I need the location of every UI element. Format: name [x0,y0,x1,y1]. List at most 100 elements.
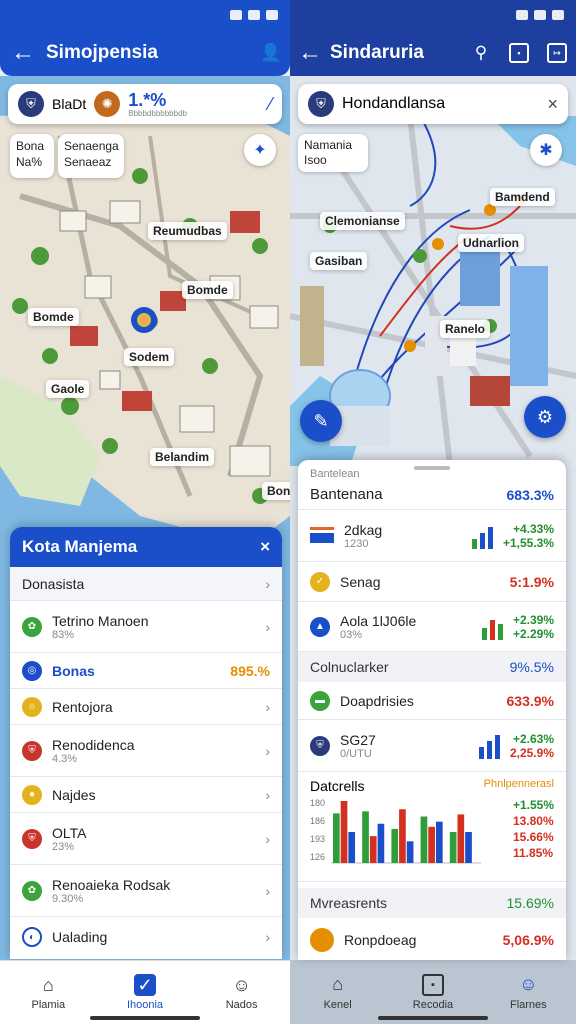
nav-label: Flarnes [509,998,547,1011]
panel-title: Hondandlansa [342,95,446,112]
nav-item-person[interactable]: ☺ Nados [202,974,282,1012]
map-label-bomde-top[interactable]: Bomde [182,281,233,299]
area-chip[interactable]: Namania Isoo [298,134,368,172]
leaf-icon: ✿ [22,616,42,637]
chart-y-axis: 180 186 193 126 [310,798,325,862]
list-item[interactable]: ✓ Senag 5:1.9% [298,562,566,602]
list-item[interactable]: Donasista › [10,567,282,601]
list-item[interactable]: ✿ Tetrino Manoen 83% › [10,601,282,653]
section-value: 9%.5% [509,659,554,675]
chevron-right-icon: › [265,786,270,803]
list-item[interactable]: ✿ Renoaieka Rodsak 9.30% › [10,865,282,917]
tools-button[interactable]: ✦ [244,134,276,166]
list-item-label: Rentojora [52,698,113,715]
search-icon[interactable]: ⚲ [462,30,500,76]
chart-bar [420,816,428,863]
signal-icon [230,10,242,20]
area-chip-1[interactable]: Bona Na% [10,134,54,178]
brush-button[interactable]: ✎ [300,400,342,442]
crest-icon: ⛨ [18,91,44,117]
area-chip-2[interactable]: Senaenga Senaeaz [58,134,124,178]
nav-item-home[interactable]: ⌂ Plamia [8,974,88,1012]
sheet-tag: Bantelean [310,468,360,480]
map-label-ranelo[interactable]: Ranelo [440,320,491,338]
battery-icon [266,10,278,20]
home-icon: ⌂ [332,974,344,994]
map-label-gasiban[interactable]: Gasiban [310,252,368,270]
location-summary-card[interactable]: ⛨ BlaDt ✺ 1.*% Bbbbdbbbbbbdb ⁄ [8,84,282,124]
map-label-bomde[interactable]: Bomde [28,308,79,326]
map-label-gaole[interactable]: Gaole [46,380,90,398]
sun-icon: ☼ [22,696,42,717]
sheet-title: Kota Manjema [22,537,138,556]
section-header[interactable]: Mvreasrents 15.69% [298,888,566,918]
nav-item-chart[interactable]: ▪ Recodia [393,973,473,1011]
list-item-value: 895.% [230,662,270,679]
chevron-right-icon: › [265,618,270,635]
list-item[interactable]: ▬ Doapdrisies 633.9% [298,682,566,720]
list-item[interactable]: ▲ Aola 1lJ06le 03% +2.39% +2.29% [298,602,566,652]
list-item[interactable]: 2dkag 1230 +4.33% +1,55.3% [298,510,566,562]
section-header[interactable]: Colnuclarker 9%.5% [298,652,566,682]
edit-icon[interactable]: ⁄ [269,94,272,115]
sheet-header: Kota Manjema × [10,527,282,567]
list-item-text: Aola 1lJ06le 03% [340,613,416,641]
close-icon[interactable]: × [547,94,558,115]
delta-group: +2.63% 2,25.9% [510,732,554,760]
map-label-bonandm[interactable]: Bonandm [262,482,290,500]
profile-icon[interactable]: 👤 [252,30,290,76]
list-item[interactable]: ☼ Rentojora › [10,689,282,725]
list-item[interactable]: ⛨ OLTA 23% › [10,813,282,865]
area-chip-sub: Isoo [304,153,327,167]
map-label-belandim[interactable]: Belandim [150,448,215,466]
chevron-right-icon: › [265,929,270,945]
list-item[interactable]: ◎ Bonas 895.% [10,653,282,689]
settings-button[interactable]: ⚙ [524,396,566,438]
nav-item-home[interactable]: ⌂ Kenel [298,974,378,1011]
chart-bar [435,821,443,863]
chart-bar [428,826,435,863]
bar-chart[interactable] [331,798,482,864]
back-arrow-icon[interactable]: ← [290,39,330,67]
list-item[interactable]: ⛨ Renodidenca 4.3% › [10,725,282,777]
tools-button[interactable]: ✱ [530,134,562,166]
battery-icon [552,10,564,20]
map-label-clemonianse[interactable]: Clemonianse [320,212,405,230]
list-item[interactable]: ● Najdes › [10,777,282,813]
list-item-text: Renodidenca 4.3% [52,737,135,765]
y-tick: 186 [310,816,326,826]
city-list-sheet: Kota Manjema × Donasista › ✿ Tetrino Man… [10,527,282,959]
nav-item-person[interactable]: ☺ Flarnes [488,974,568,1011]
chevron-right-icon: › [265,882,270,899]
map-label-bamdend[interactable]: Bamdend [490,188,555,206]
wifi-icon [534,10,546,20]
panel-header-card[interactable]: ⛨ Hondandlansa × [298,84,568,124]
nav-label: Kenel [323,998,352,1011]
list-item-label: Ronpdoeag [344,932,417,948]
person-icon: ☺ [232,974,251,995]
delta-group: +4.33% +1,55.3% [503,522,554,550]
map-label-udnarlion[interactable]: Udnarlion [458,234,524,252]
section-label: Mvreasrents [310,895,388,911]
list-item[interactable]: ⛨ SG27 0/UTU +2.63% 2,25.9% [298,720,566,772]
list-item[interactable]: Ronpdoeag 5,06.9% [298,918,566,960]
chevron-right-icon: › [265,742,270,759]
person-icon: ☺ [519,974,538,994]
mini-bar-chart [471,523,493,549]
list-item-label: Ualading [52,929,108,945]
close-icon[interactable]: × [260,537,270,557]
chart-body: 180 186 193 126 +1.55% 13.80% 15.66% 11.… [310,798,554,864]
exit-icon[interactable]: ↦ [538,30,576,76]
chart-bar [348,832,356,863]
list-item-label: Tetrino Manoen [52,612,149,629]
list-item[interactable]: ◐ Ualading › [10,917,282,957]
back-arrow-icon[interactable]: ← [0,39,46,67]
chart-bar [391,828,399,863]
sheet-header-row[interactable]: Bantenana 683.3% [298,480,566,510]
nav-item-chart[interactable]: ✓ Ihoonia [105,974,185,1011]
map-label-reumudbas[interactable]: Reumudbas [148,222,227,240]
list-item-sub: 0/UTU [340,747,372,760]
map-label-sodem[interactable]: Sodem [124,348,175,366]
square-icon[interactable]: ▪ [500,30,538,76]
area-chip-1-label: Bona [16,139,45,153]
